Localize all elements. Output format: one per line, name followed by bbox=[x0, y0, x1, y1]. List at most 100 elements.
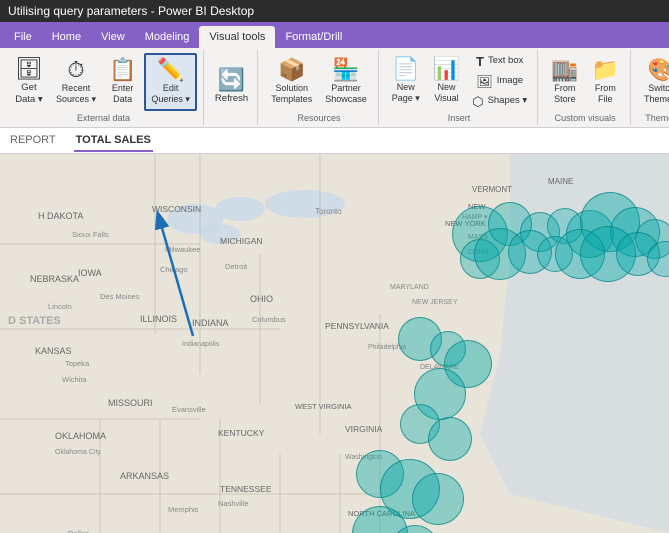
solution-templates-button[interactable]: 📦 SolutionTemplates bbox=[266, 53, 317, 111]
refresh-button[interactable]: 🔄 Refresh bbox=[210, 58, 253, 116]
external-data-label: External data bbox=[77, 111, 130, 123]
partner-showcase-button[interactable]: 🏪 PartnerShowcase bbox=[320, 53, 372, 111]
new-page-label: NewPage ▾ bbox=[392, 82, 420, 104]
tab-total-sales[interactable]: TOTAL SALES bbox=[74, 130, 153, 152]
svg-text:Lincoln: Lincoln bbox=[48, 302, 72, 311]
tab-visual-tools[interactable]: Visual tools bbox=[199, 26, 275, 48]
svg-text:MARYLAND: MARYLAND bbox=[390, 284, 429, 291]
from-store-icon: 🏬 bbox=[551, 59, 578, 81]
get-data-button[interactable]: 🗄 GetData ▾ bbox=[10, 53, 48, 111]
ribbon-group-themes: 🎨 SwitchTheme ▾ Themes bbox=[633, 50, 669, 125]
text-box-label: Text box bbox=[488, 55, 523, 66]
new-visual-label: NewVisual bbox=[434, 82, 458, 104]
svg-text:KENTUCKY: KENTUCKY bbox=[218, 428, 265, 438]
recent-sources-label: RecentSources ▾ bbox=[56, 83, 96, 105]
get-data-label: GetData ▾ bbox=[15, 82, 42, 105]
from-store-button[interactable]: 🏬 FromStore bbox=[546, 53, 583, 111]
title-bar: Utilising query parameters - Power BI De… bbox=[0, 0, 669, 22]
edit-queries-button[interactable]: ✏️ EditQueries ▾ bbox=[144, 53, 197, 111]
edit-queries-icon: ✏️ bbox=[157, 59, 184, 81]
shapes-label: Shapes ▾ bbox=[488, 95, 528, 106]
svg-text:Dallas: Dallas bbox=[68, 529, 89, 533]
ribbon-buttons-refresh: 🔄 Refresh bbox=[210, 52, 253, 121]
ribbon-group-refresh: 🔄 Refresh bbox=[206, 50, 258, 125]
ribbon-group-insert: 📄 NewPage ▾ 📊 NewVisual T Text box 🖼 Ima… bbox=[381, 50, 538, 125]
from-file-icon: 📁 bbox=[592, 59, 619, 81]
svg-text:Chicago: Chicago bbox=[160, 265, 188, 274]
image-button[interactable]: 🖼 Image bbox=[468, 72, 531, 90]
switch-theme-icon: 🎨 bbox=[648, 59, 669, 81]
refresh-label: Refresh bbox=[215, 93, 248, 104]
shapes-button[interactable]: ⬡ Shapes ▾ bbox=[468, 92, 531, 110]
new-visual-button[interactable]: 📊 NewVisual bbox=[428, 52, 465, 110]
svg-text:Oklahoma City: Oklahoma City bbox=[55, 449, 101, 456]
tab-report[interactable]: REPORT bbox=[8, 130, 58, 152]
ribbon-buttons-resources: 📦 SolutionTemplates 🏪 PartnerShowcase bbox=[266, 52, 372, 111]
tab-view[interactable]: View bbox=[91, 26, 135, 48]
ribbon-buttons-custom: 🏬 FromStore 📁 FromFile bbox=[546, 52, 624, 111]
svg-text:NEW JERSEY: NEW JERSEY bbox=[412, 299, 458, 306]
insert-label: Insert bbox=[448, 111, 471, 123]
svg-text:Nashville: Nashville bbox=[218, 499, 248, 508]
svg-text:KANSAS: KANSAS bbox=[35, 346, 72, 356]
enter-data-icon: 📋 bbox=[109, 59, 136, 81]
svg-text:WISCONSIN: WISCONSIN bbox=[152, 204, 201, 214]
solution-templates-icon: 📦 bbox=[278, 59, 305, 81]
svg-text:VERMONT: VERMONT bbox=[472, 185, 512, 194]
tab-home[interactable]: Home bbox=[42, 26, 91, 48]
shapes-icon: ⬡ bbox=[472, 95, 483, 108]
svg-text:INDIANA: INDIANA bbox=[192, 318, 229, 328]
svg-text:Columbus: Columbus bbox=[252, 315, 286, 324]
map-bubble bbox=[412, 473, 464, 525]
svg-text:NEBRASKA: NEBRASKA bbox=[30, 274, 79, 284]
image-label: Image bbox=[497, 75, 523, 86]
svg-text:Indianapolis: Indianapolis bbox=[182, 341, 220, 348]
svg-text:ARKANSAS: ARKANSAS bbox=[120, 471, 169, 481]
svg-text:D STATES: D STATES bbox=[8, 315, 61, 327]
tab-file[interactable]: File bbox=[4, 26, 42, 48]
enter-data-button[interactable]: 📋 EnterData bbox=[104, 53, 141, 111]
ribbon-tabs: File Home View Modeling Visual tools For… bbox=[0, 22, 669, 48]
new-visual-icon: 📊 bbox=[433, 58, 460, 80]
svg-text:Wichita: Wichita bbox=[62, 375, 87, 384]
custom-visuals-label: Custom visuals bbox=[555, 111, 616, 123]
edit-queries-label: EditQueries ▾ bbox=[151, 83, 190, 105]
recent-sources-icon: ⏱ bbox=[67, 59, 84, 81]
svg-text:IOWA: IOWA bbox=[78, 268, 102, 278]
themes-label: Themes bbox=[645, 111, 669, 123]
partner-showcase-label: PartnerShowcase bbox=[325, 83, 367, 105]
text-box-button[interactable]: T Text box bbox=[468, 52, 531, 70]
svg-text:OHIO: OHIO bbox=[250, 294, 273, 304]
insert-small-group: T Text box 🖼 Image ⬡ Shapes ▾ bbox=[468, 52, 531, 110]
image-icon: 🖼 bbox=[476, 75, 493, 88]
recent-sources-button[interactable]: ⏱ RecentSources ▾ bbox=[51, 53, 101, 111]
tab-modeling[interactable]: Modeling bbox=[135, 26, 200, 48]
ribbon-toolbar: 🗄 GetData ▾ ⏱ RecentSources ▾ 📋 EnterDat… bbox=[0, 48, 669, 128]
title-text: Utilising query parameters - Power BI De… bbox=[8, 4, 254, 18]
resources-label: Resources bbox=[297, 111, 340, 123]
svg-text:Des Moines: Des Moines bbox=[100, 292, 140, 301]
svg-text:VIRGINIA: VIRGINIA bbox=[345, 424, 383, 434]
svg-text:WEST VIRGINIA: WEST VIRGINIA bbox=[295, 402, 352, 411]
switch-theme-label: SwitchTheme ▾ bbox=[644, 83, 669, 105]
map-area[interactable]: H DAKOTA Sioux Falls IOWA NEBRASKA Des M… bbox=[0, 154, 669, 533]
map-bubble bbox=[428, 417, 472, 461]
svg-text:TENNESSEE: TENNESSEE bbox=[220, 484, 272, 494]
ribbon-group-resources: 📦 SolutionTemplates 🏪 PartnerShowcase Re… bbox=[260, 50, 379, 125]
sub-tabs: REPORT TOTAL SALES bbox=[0, 128, 669, 154]
svg-text:Topeka: Topeka bbox=[65, 359, 90, 368]
svg-text:MISSOURI: MISSOURI bbox=[108, 398, 153, 408]
from-file-button[interactable]: 📁 FromFile bbox=[587, 53, 624, 111]
svg-text:H DAKOTA: H DAKOTA bbox=[38, 211, 83, 221]
svg-text:PENNSYLVANIA: PENNSYLVANIA bbox=[325, 321, 389, 331]
from-file-label: FromFile bbox=[595, 83, 616, 105]
svg-text:MICHIGAN: MICHIGAN bbox=[220, 236, 263, 246]
svg-text:OKLAHOMA: OKLAHOMA bbox=[55, 431, 106, 441]
tab-format-drill[interactable]: Format/Drill bbox=[275, 26, 352, 48]
svg-text:Memphis: Memphis bbox=[168, 505, 199, 514]
new-page-button[interactable]: 📄 NewPage ▾ bbox=[387, 52, 425, 110]
ribbon-buttons-insert: 📄 NewPage ▾ 📊 NewVisual T Text box 🖼 Ima… bbox=[387, 52, 531, 111]
new-page-icon: 📄 bbox=[392, 58, 419, 80]
switch-theme-button[interactable]: 🎨 SwitchTheme ▾ bbox=[639, 53, 669, 111]
text-box-icon: T bbox=[476, 55, 484, 68]
